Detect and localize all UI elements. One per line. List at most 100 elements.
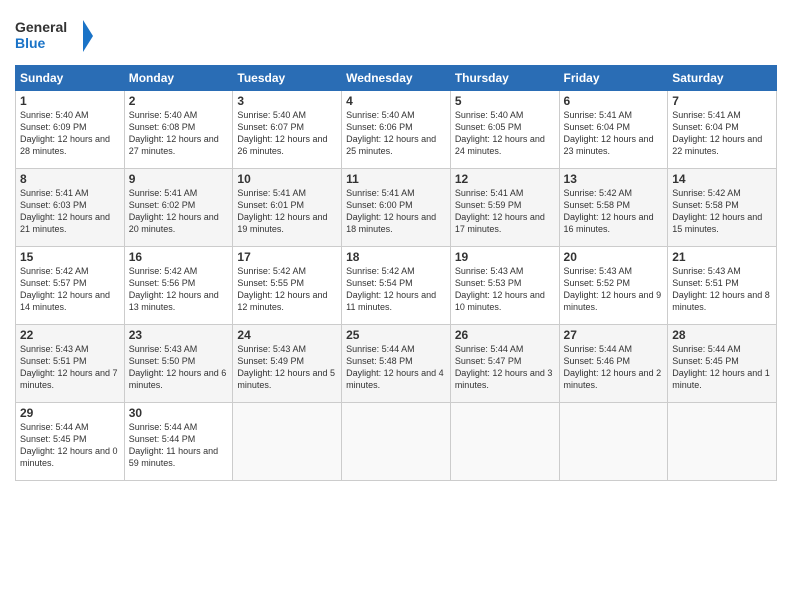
calendar-cell: 30Sunrise: 5:44 AMSunset: 5:44 PMDayligh… — [124, 403, 233, 481]
day-info: Sunrise: 5:42 AMSunset: 5:58 PMDaylight:… — [672, 187, 772, 236]
calendar-cell — [559, 403, 668, 481]
calendar-cell: 29Sunrise: 5:44 AMSunset: 5:45 PMDayligh… — [16, 403, 125, 481]
calendar-header-tuesday: Tuesday — [233, 66, 342, 91]
calendar-cell: 1Sunrise: 5:40 AMSunset: 6:09 PMDaylight… — [16, 91, 125, 169]
day-number: 25 — [346, 328, 446, 342]
day-number: 5 — [455, 94, 555, 108]
day-info: Sunrise: 5:40 AMSunset: 6:09 PMDaylight:… — [20, 109, 120, 158]
calendar-week-row: 15Sunrise: 5:42 AMSunset: 5:57 PMDayligh… — [16, 247, 777, 325]
day-info: Sunrise: 5:44 AMSunset: 5:44 PMDaylight:… — [129, 421, 229, 470]
calendar-cell: 25Sunrise: 5:44 AMSunset: 5:48 PMDayligh… — [342, 325, 451, 403]
calendar-cell: 2Sunrise: 5:40 AMSunset: 6:08 PMDaylight… — [124, 91, 233, 169]
day-number: 16 — [129, 250, 229, 264]
calendar-cell — [233, 403, 342, 481]
day-number: 26 — [455, 328, 555, 342]
day-info: Sunrise: 5:43 AMSunset: 5:51 PMDaylight:… — [20, 343, 120, 392]
calendar-cell: 9Sunrise: 5:41 AMSunset: 6:02 PMDaylight… — [124, 169, 233, 247]
svg-text:General: General — [15, 19, 67, 35]
day-number: 2 — [129, 94, 229, 108]
day-number: 1 — [20, 94, 120, 108]
day-number: 17 — [237, 250, 337, 264]
day-info: Sunrise: 5:41 AMSunset: 5:59 PMDaylight:… — [455, 187, 555, 236]
calendar-cell — [668, 403, 777, 481]
day-info: Sunrise: 5:42 AMSunset: 5:56 PMDaylight:… — [129, 265, 229, 314]
generalblue-logo: General Blue — [15, 14, 95, 59]
day-info: Sunrise: 5:44 AMSunset: 5:48 PMDaylight:… — [346, 343, 446, 392]
day-info: Sunrise: 5:43 AMSunset: 5:53 PMDaylight:… — [455, 265, 555, 314]
day-info: Sunrise: 5:40 AMSunset: 6:08 PMDaylight:… — [129, 109, 229, 158]
day-number: 9 — [129, 172, 229, 186]
day-info: Sunrise: 5:41 AMSunset: 6:02 PMDaylight:… — [129, 187, 229, 236]
day-number: 28 — [672, 328, 772, 342]
day-info: Sunrise: 5:42 AMSunset: 5:57 PMDaylight:… — [20, 265, 120, 314]
calendar-cell: 13Sunrise: 5:42 AMSunset: 5:58 PMDayligh… — [559, 169, 668, 247]
page: General Blue SundayMondayTuesdayWednesda… — [0, 0, 792, 612]
day-info: Sunrise: 5:43 AMSunset: 5:52 PMDaylight:… — [564, 265, 664, 314]
calendar-week-row: 8Sunrise: 5:41 AMSunset: 6:03 PMDaylight… — [16, 169, 777, 247]
day-info: Sunrise: 5:44 AMSunset: 5:45 PMDaylight:… — [672, 343, 772, 392]
calendar-cell — [450, 403, 559, 481]
calendar-header-wednesday: Wednesday — [342, 66, 451, 91]
day-number: 4 — [346, 94, 446, 108]
day-number: 27 — [564, 328, 664, 342]
day-number: 12 — [455, 172, 555, 186]
day-number: 20 — [564, 250, 664, 264]
day-number: 21 — [672, 250, 772, 264]
day-info: Sunrise: 5:44 AMSunset: 5:46 PMDaylight:… — [564, 343, 664, 392]
calendar-cell: 4Sunrise: 5:40 AMSunset: 6:06 PMDaylight… — [342, 91, 451, 169]
calendar-table: SundayMondayTuesdayWednesdayThursdayFrid… — [15, 65, 777, 481]
day-info: Sunrise: 5:40 AMSunset: 6:06 PMDaylight:… — [346, 109, 446, 158]
calendar-week-row: 22Sunrise: 5:43 AMSunset: 5:51 PMDayligh… — [16, 325, 777, 403]
calendar-cell: 10Sunrise: 5:41 AMSunset: 6:01 PMDayligh… — [233, 169, 342, 247]
day-number: 15 — [20, 250, 120, 264]
calendar-cell: 3Sunrise: 5:40 AMSunset: 6:07 PMDaylight… — [233, 91, 342, 169]
day-info: Sunrise: 5:40 AMSunset: 6:05 PMDaylight:… — [455, 109, 555, 158]
day-number: 10 — [237, 172, 337, 186]
calendar-cell: 23Sunrise: 5:43 AMSunset: 5:50 PMDayligh… — [124, 325, 233, 403]
calendar-header-friday: Friday — [559, 66, 668, 91]
calendar-cell: 28Sunrise: 5:44 AMSunset: 5:45 PMDayligh… — [668, 325, 777, 403]
day-number: 23 — [129, 328, 229, 342]
day-number: 30 — [129, 406, 229, 420]
svg-text:Blue: Blue — [15, 35, 46, 51]
day-info: Sunrise: 5:41 AMSunset: 6:03 PMDaylight:… — [20, 187, 120, 236]
calendar-header-row: SundayMondayTuesdayWednesdayThursdayFrid… — [16, 66, 777, 91]
day-info: Sunrise: 5:44 AMSunset: 5:47 PMDaylight:… — [455, 343, 555, 392]
calendar-cell: 21Sunrise: 5:43 AMSunset: 5:51 PMDayligh… — [668, 247, 777, 325]
calendar-cell: 7Sunrise: 5:41 AMSunset: 6:04 PMDaylight… — [668, 91, 777, 169]
day-info: Sunrise: 5:41 AMSunset: 6:01 PMDaylight:… — [237, 187, 337, 236]
day-info: Sunrise: 5:43 AMSunset: 5:49 PMDaylight:… — [237, 343, 337, 392]
day-info: Sunrise: 5:42 AMSunset: 5:58 PMDaylight:… — [564, 187, 664, 236]
day-number: 6 — [564, 94, 664, 108]
day-info: Sunrise: 5:42 AMSunset: 5:55 PMDaylight:… — [237, 265, 337, 314]
header: General Blue — [15, 10, 777, 59]
day-info: Sunrise: 5:41 AMSunset: 6:00 PMDaylight:… — [346, 187, 446, 236]
calendar-cell: 6Sunrise: 5:41 AMSunset: 6:04 PMDaylight… — [559, 91, 668, 169]
day-info: Sunrise: 5:41 AMSunset: 6:04 PMDaylight:… — [564, 109, 664, 158]
calendar-week-row: 1Sunrise: 5:40 AMSunset: 6:09 PMDaylight… — [16, 91, 777, 169]
day-number: 29 — [20, 406, 120, 420]
calendar-cell: 14Sunrise: 5:42 AMSunset: 5:58 PMDayligh… — [668, 169, 777, 247]
calendar-header-sunday: Sunday — [16, 66, 125, 91]
day-number: 24 — [237, 328, 337, 342]
logo: General Blue — [15, 14, 95, 59]
calendar-cell: 19Sunrise: 5:43 AMSunset: 5:53 PMDayligh… — [450, 247, 559, 325]
day-number: 19 — [455, 250, 555, 264]
day-number: 22 — [20, 328, 120, 342]
day-number: 18 — [346, 250, 446, 264]
day-info: Sunrise: 5:43 AMSunset: 5:50 PMDaylight:… — [129, 343, 229, 392]
day-number: 11 — [346, 172, 446, 186]
day-number: 14 — [672, 172, 772, 186]
calendar-cell: 16Sunrise: 5:42 AMSunset: 5:56 PMDayligh… — [124, 247, 233, 325]
calendar-week-row: 29Sunrise: 5:44 AMSunset: 5:45 PMDayligh… — [16, 403, 777, 481]
calendar-header-monday: Monday — [124, 66, 233, 91]
calendar-header-saturday: Saturday — [668, 66, 777, 91]
day-number: 7 — [672, 94, 772, 108]
calendar-cell: 18Sunrise: 5:42 AMSunset: 5:54 PMDayligh… — [342, 247, 451, 325]
calendar-cell: 22Sunrise: 5:43 AMSunset: 5:51 PMDayligh… — [16, 325, 125, 403]
calendar-cell: 26Sunrise: 5:44 AMSunset: 5:47 PMDayligh… — [450, 325, 559, 403]
day-info: Sunrise: 5:42 AMSunset: 5:54 PMDaylight:… — [346, 265, 446, 314]
calendar-cell: 27Sunrise: 5:44 AMSunset: 5:46 PMDayligh… — [559, 325, 668, 403]
calendar-header-thursday: Thursday — [450, 66, 559, 91]
calendar-cell — [342, 403, 451, 481]
